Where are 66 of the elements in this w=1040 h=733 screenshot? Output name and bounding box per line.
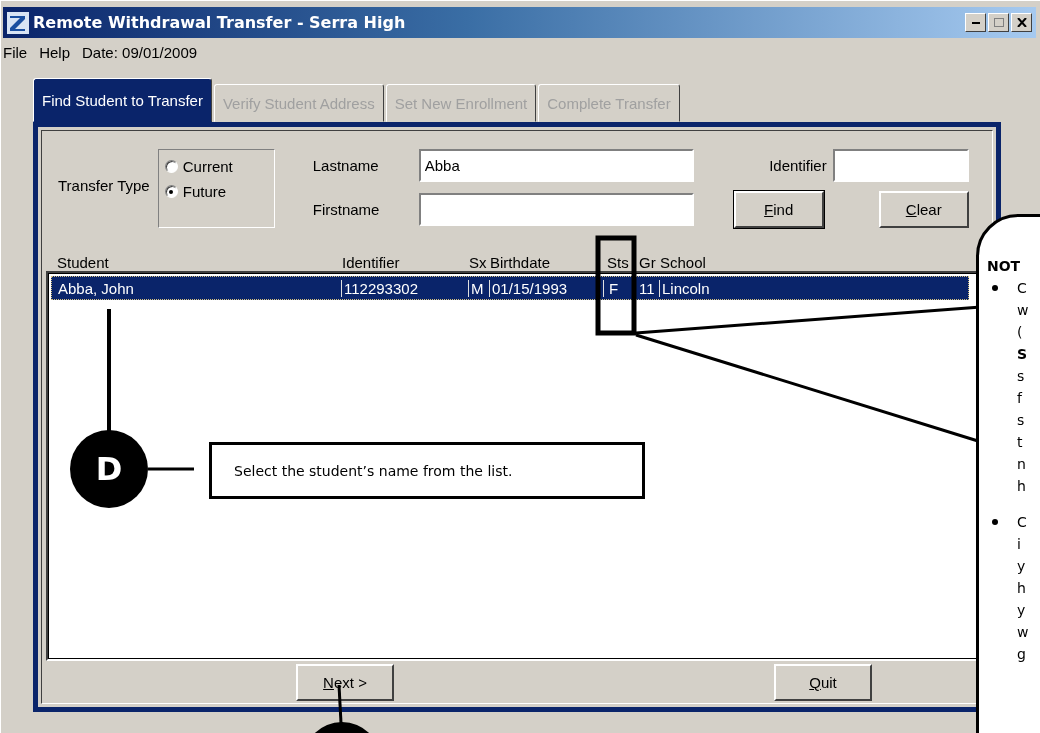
note-text: ( — [1017, 323, 1024, 342]
note-text: C — [1017, 279, 1028, 298]
maximize-button[interactable] — [988, 13, 1009, 32]
list-cell: F — [603, 279, 635, 297]
quit-button[interactable]: Quit — [774, 664, 872, 701]
close-button[interactable] — [1011, 13, 1032, 32]
note-text: s — [1017, 367, 1026, 386]
column-header[interactable]: School — [660, 254, 946, 271]
minimize-icon — [971, 21, 980, 24]
app-logo-icon — [7, 11, 29, 34]
leader-line — [148, 467, 194, 471]
radio-label: Current — [182, 158, 233, 175]
list-cell: 01/15/1993 — [489, 279, 603, 297]
list-cell: Lincoln — [659, 279, 968, 297]
note-text: w — [1017, 623, 1029, 642]
list-cell: M — [468, 279, 489, 297]
close-icon — [1016, 18, 1027, 27]
field-label: Firstname — [312, 201, 381, 218]
column-header[interactable]: Sts — [604, 254, 636, 271]
window-title: Remote Withdrawal Transfer - Serra High — [33, 13, 407, 32]
note-text: y — [1017, 601, 1027, 620]
list-cell: 11 — [635, 279, 659, 297]
callout-text: Select the student’s name from the list. — [209, 442, 645, 499]
note-text: y — [1017, 557, 1027, 576]
menu-item[interactable]: Help — [39, 43, 71, 61]
bullet-icon — [992, 285, 998, 291]
note-text: S — [1017, 345, 1029, 364]
column-header[interactable]: Identifier — [342, 254, 469, 271]
column-header[interactable]: Gr — [636, 254, 660, 271]
list-cell-text: Abba, John — [57, 279, 135, 297]
radio-icon[interactable] — [164, 160, 178, 173]
radio-label: Future — [182, 183, 227, 200]
next-button[interactable]: Next > — [296, 664, 394, 701]
note-text: h — [1017, 477, 1027, 496]
minimize-button[interactable] — [965, 13, 986, 32]
date-label: Date: 09/01/2009 — [82, 43, 198, 61]
list-cell: 112293302 — [341, 279, 468, 297]
input-field[interactable]: Abba — [418, 149, 694, 182]
radio-option[interactable]: Future — [164, 183, 274, 200]
field-label: Identifier — [769, 157, 827, 174]
note-heading: NOT — [987, 257, 1022, 276]
note-text: C — [1017, 513, 1028, 532]
menu-item[interactable]: File — [3, 43, 28, 61]
input-field[interactable] — [418, 193, 694, 226]
bullet-icon — [992, 519, 998, 525]
field-label: Transfer Type — [58, 177, 150, 194]
note-text: w — [1017, 301, 1029, 320]
input-field[interactable] — [832, 149, 969, 182]
tab[interactable]: Find Student to Transfer — [33, 78, 212, 122]
note-text: g — [1017, 645, 1027, 664]
note-text: s — [1017, 411, 1026, 430]
note-text: h — [1017, 579, 1027, 598]
column-header[interactable]: Sx — [469, 254, 490, 271]
note-text: f — [1017, 389, 1024, 408]
radio-option[interactable]: Current — [164, 158, 274, 175]
column-header[interactable]: Student — [57, 254, 342, 271]
radio-icon[interactable] — [164, 185, 178, 198]
maximize-icon — [993, 18, 1004, 27]
note-text: t — [1017, 433, 1024, 452]
find-button[interactable]: Find — [733, 191, 824, 228]
note-text: i — [1017, 535, 1022, 554]
note-text: n — [1017, 455, 1027, 474]
column-header[interactable]: Birthdate — [490, 254, 604, 271]
clear-button[interactable]: Clear — [878, 191, 969, 228]
field-label: Lastname — [312, 157, 380, 174]
list-row[interactable]: Abba, John 112293302 M 01/15/1993 F 11 Lincoln — [51, 276, 969, 300]
